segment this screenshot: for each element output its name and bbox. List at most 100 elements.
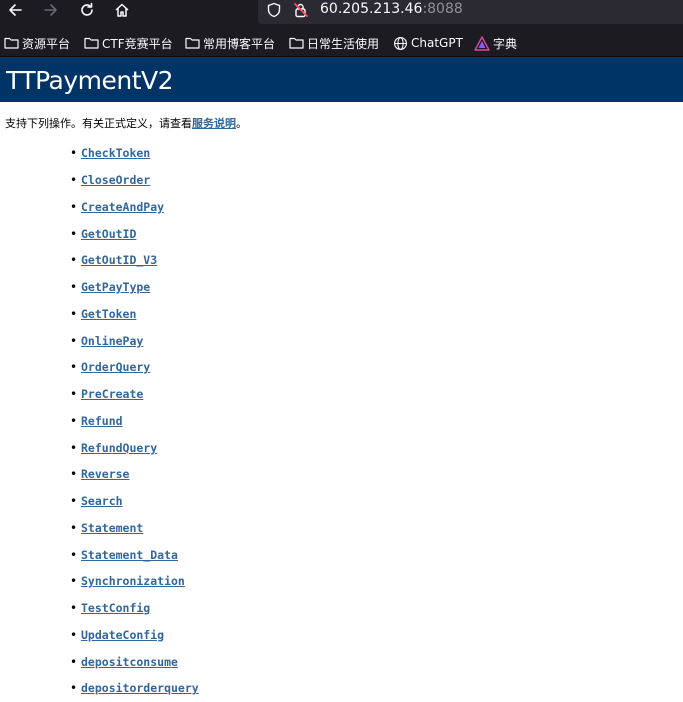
bookmark-dictionary[interactable]: 字典 (474, 30, 517, 56)
folder-icon (289, 37, 304, 49)
list-item: • GetPayType (70, 274, 199, 301)
operation-link[interactable]: CloseOrder (81, 173, 150, 187)
bullet-icon: • (70, 413, 78, 428)
service-banner: TTPaymentV2 (0, 57, 683, 102)
reload-button[interactable] (76, 0, 98, 20)
bullet-icon: • (70, 146, 78, 161)
bookmark-folder-daily[interactable]: 日常生活使用 (289, 30, 379, 56)
list-item: • UpdateConfig (70, 622, 199, 649)
list-item: • depositconsume (70, 648, 199, 675)
folder-icon (185, 37, 200, 49)
operation-link[interactable]: TestConfig (81, 601, 150, 615)
arrow-left-icon (9, 4, 22, 16)
operation-link[interactable]: Reverse (81, 467, 129, 481)
list-item: • CreateAndPay (70, 194, 199, 221)
operation-link[interactable]: GetOutID (81, 227, 136, 241)
bookmark-label: 字典 (493, 36, 518, 51)
list-item: • Synchronization (70, 568, 199, 595)
operation-link[interactable]: depositconsume (81, 655, 178, 669)
home-icon (115, 3, 129, 17)
operation-link[interactable]: depositorderquery (81, 681, 199, 695)
bookmarks-bar: 资源平台 CTF竞赛平台 常用博客平台 日常生活使用 ChatGPT 字典 (0, 30, 683, 57)
bullet-icon: • (70, 253, 78, 268)
operations-list: • CheckToken • CloseOrder • CreateAndPay • GetO… (70, 140, 199, 702)
bullet-icon: • (70, 574, 78, 589)
operation-link[interactable]: Refund (81, 414, 123, 428)
operation-link[interactable]: RefundQuery (81, 441, 157, 455)
operation-link[interactable]: GetOutID_V3 (81, 253, 157, 267)
list-item: • Reverse (70, 461, 199, 488)
bullet-icon: • (70, 173, 78, 188)
list-item: • GetOutID (70, 220, 199, 247)
arrow-right-icon (44, 4, 57, 16)
shield-icon[interactable] (266, 2, 282, 18)
operation-link[interactable]: CreateAndPay (81, 200, 164, 214)
operation-link[interactable]: Synchronization (81, 574, 185, 588)
bullet-icon: • (70, 387, 78, 402)
bullet-icon: • (70, 601, 78, 616)
list-item: • Statement_Data (70, 541, 199, 568)
bullet-icon: • (70, 360, 78, 375)
bullet-icon: • (70, 681, 78, 696)
bookmark-label: CTF竞赛平台 (102, 36, 173, 51)
list-item: • CheckToken (70, 140, 199, 167)
operation-link[interactable]: OnlinePay (81, 334, 143, 348)
bullet-icon: • (70, 654, 78, 669)
list-item: • depositorderquery (70, 675, 199, 702)
list-item: • Refund (70, 408, 199, 435)
bookmark-folder-ctf[interactable]: CTF竞赛平台 (84, 30, 173, 56)
intro-message: 支持下列操作。有关正式定义，请查看 (5, 117, 192, 130)
address-bar[interactable]: 60.205.213.46:8088 (258, 0, 683, 24)
bookmark-folder-blogs[interactable]: 常用博客平台 (185, 30, 275, 56)
folder-icon (84, 37, 99, 49)
bookmark-label: ChatGPT (411, 36, 463, 50)
url-port: :8088 (422, 1, 463, 17)
bullet-icon: • (70, 199, 78, 214)
triangle-logo-icon (474, 35, 490, 51)
url-text[interactable]: 60.205.213.46:8088 (320, 0, 463, 18)
operation-link[interactable]: OrderQuery (81, 360, 150, 374)
bullet-icon: • (70, 280, 78, 295)
bullet-icon: • (70, 333, 78, 348)
operation-link[interactable]: Statement_Data (81, 548, 178, 562)
list-item: • PreCreate (70, 381, 199, 408)
bookmark-label: 常用博客平台 (203, 36, 276, 51)
intro-text: 支持下列操作。有关正式定义，请查看服务说明。 (5, 116, 247, 132)
operation-link[interactable]: Search (81, 494, 123, 508)
forward-button[interactable] (40, 0, 62, 20)
operation-link[interactable]: Statement (81, 521, 143, 535)
intro-end: 。 (236, 117, 247, 130)
bullet-icon: • (70, 226, 78, 241)
back-button[interactable] (4, 0, 26, 20)
bullet-icon: • (70, 627, 78, 642)
home-button[interactable] (111, 0, 133, 20)
list-item: • GetToken (70, 301, 199, 328)
bullet-icon: • (70, 467, 78, 482)
list-item: • GetOutID_V3 (70, 247, 199, 274)
bookmark-label: 资源平台 (22, 36, 71, 51)
bullet-icon: • (70, 494, 78, 509)
list-item: • TestConfig (70, 595, 199, 622)
list-item: • Statement (70, 515, 199, 542)
bullet-icon: • (70, 306, 78, 321)
list-item: • OnlinePay (70, 327, 199, 354)
list-item: • RefundQuery (70, 434, 199, 461)
bookmark-chatgpt[interactable]: ChatGPT (393, 30, 463, 56)
operation-link[interactable]: UpdateConfig (81, 628, 164, 642)
operation-link[interactable]: PreCreate (81, 387, 143, 401)
bullet-icon: • (70, 520, 78, 535)
globe-icon (394, 36, 407, 50)
bookmark-label: 日常生活使用 (307, 36, 380, 51)
operation-link[interactable]: GetPayType (81, 280, 150, 294)
operation-link[interactable]: CheckToken (81, 146, 150, 160)
list-item: • OrderQuery (70, 354, 199, 381)
browser-toolbar: 60.205.213.46:8088 (0, 0, 683, 30)
list-item: • CloseOrder (70, 167, 199, 194)
page-title: TTPaymentV2 (6, 66, 174, 95)
bookmark-folder-resources[interactable]: 资源平台 (4, 30, 70, 56)
bullet-icon: • (70, 547, 78, 562)
operation-link[interactable]: GetToken (81, 307, 136, 321)
bullet-icon: • (70, 440, 78, 455)
service-description-link[interactable]: 服务说明 (192, 117, 236, 130)
insecure-lock-icon[interactable] (293, 2, 309, 18)
